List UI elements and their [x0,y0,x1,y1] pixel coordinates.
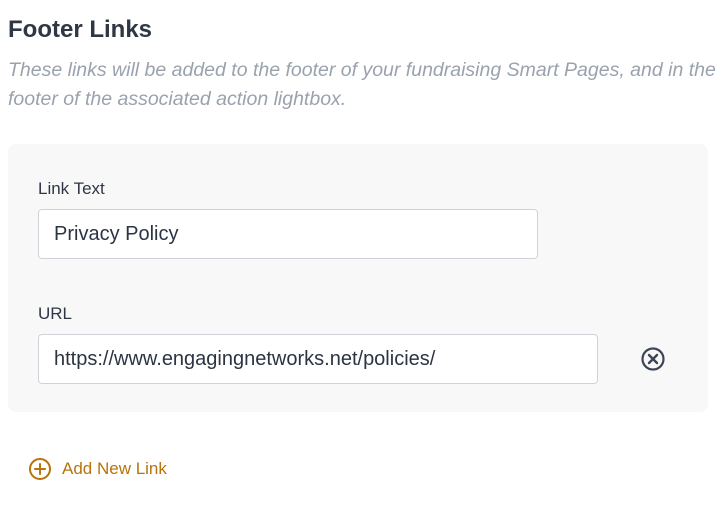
remove-link-button[interactable] [640,346,666,372]
circle-x-icon [641,347,665,371]
section-title: Footer Links [8,16,153,43]
circle-plus-icon [29,458,51,480]
link-text-label: Link Text [38,179,105,198]
add-new-link-label: Add New Link [62,459,167,478]
section-description: These links will be added to the footer … [8,59,716,110]
link-text-input[interactable] [38,209,538,259]
url-input[interactable] [38,334,598,384]
url-label: URL [38,304,73,323]
add-new-link-button[interactable]: Add New Link [28,456,167,482]
